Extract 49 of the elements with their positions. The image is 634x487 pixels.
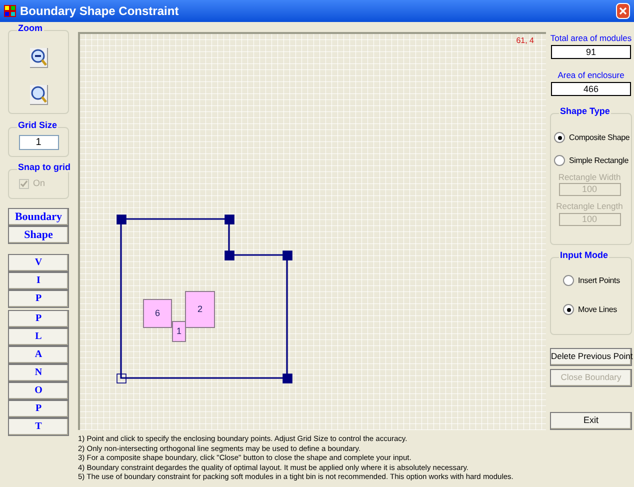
area-label: Total area of modules xyxy=(550,32,632,45)
area-label: Area of enclosure xyxy=(558,68,624,82)
exit-button[interactable]: Exit xyxy=(550,412,632,430)
snap-label: On xyxy=(33,177,46,190)
enclosure-area-field: 466 xyxy=(551,82,631,96)
group-label: Zoom xyxy=(17,24,44,33)
letter-button[interactable]: A xyxy=(8,346,69,364)
letter-button[interactable]: I xyxy=(8,272,69,290)
module-block[interactable]: 1 xyxy=(172,321,186,342)
total-area-field: 91 xyxy=(551,44,631,59)
radio-button[interactable] xyxy=(563,275,574,286)
letter-button[interactable]: V xyxy=(8,254,69,272)
zoom-out-button[interactable] xyxy=(30,48,48,68)
radio-label: Simple Rectangle xyxy=(569,154,628,166)
letter-button[interactable]: P xyxy=(8,290,69,308)
action-button[interactable]: Delete Previous Point xyxy=(550,348,632,366)
radio-button[interactable] xyxy=(554,155,565,166)
letter-button[interactable]: T xyxy=(8,418,69,436)
group-label: Input Mode xyxy=(559,250,609,260)
letter-button[interactable]: N xyxy=(8,364,69,382)
zoom-in-button[interactable] xyxy=(30,84,48,104)
radio-button[interactable] xyxy=(563,304,574,315)
field-label: Rectangle Length xyxy=(556,200,623,213)
radio-label: Move Lines xyxy=(578,304,617,316)
field-label: Rectangle Width xyxy=(558,170,621,184)
mode-button[interactable]: Boundary xyxy=(8,208,69,226)
group-label: Grid Size xyxy=(17,121,58,130)
letter-button[interactable]: P xyxy=(8,400,69,418)
grid-size-field[interactable]: 1 xyxy=(18,134,58,150)
radio-label: Insert Points xyxy=(578,274,620,286)
radio-button[interactable] xyxy=(554,132,565,143)
group-label: Shape Type xyxy=(559,106,611,116)
boundary-point[interactable] xyxy=(116,374,126,384)
module-block[interactable]: 6 xyxy=(143,299,172,328)
mode-button[interactable]: Shape xyxy=(8,226,69,244)
letter-button[interactable]: P xyxy=(8,310,69,328)
close-icon xyxy=(619,7,627,15)
magnifier-icon xyxy=(30,84,48,104)
app-icon xyxy=(4,5,16,17)
letter-button[interactable]: O xyxy=(8,382,69,400)
group-label: Snap to grid xyxy=(17,163,72,172)
drawing-canvas[interactable]: 6 2 1 61, 4 xyxy=(78,32,546,430)
radio-label: Composite Shape xyxy=(569,132,630,144)
module-block[interactable]: 2 xyxy=(185,291,215,328)
window-title: Boundary Shape Constraint xyxy=(20,3,180,20)
zoom-out-icon xyxy=(30,48,48,68)
cursor-coordinates: 61, 4 xyxy=(516,35,534,47)
close-button[interactable] xyxy=(616,3,630,19)
letter-button[interactable]: L xyxy=(8,328,69,346)
